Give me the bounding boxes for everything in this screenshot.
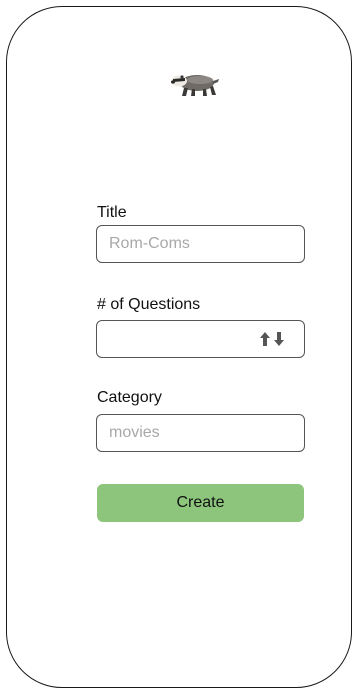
up-down-arrows-icon[interactable]: [258, 331, 286, 347]
title-label: Title: [97, 204, 127, 221]
create-button[interactable]: Create: [97, 484, 304, 522]
category-input[interactable]: [96, 414, 305, 452]
phone-frame: Title # of Questions Category Create: [6, 6, 352, 688]
title-input[interactable]: [96, 225, 305, 263]
category-label: Category: [97, 389, 162, 406]
num-questions-input[interactable]: [96, 320, 305, 358]
badger-icon: [171, 75, 219, 96]
num-questions-label: # of Questions: [97, 296, 201, 313]
